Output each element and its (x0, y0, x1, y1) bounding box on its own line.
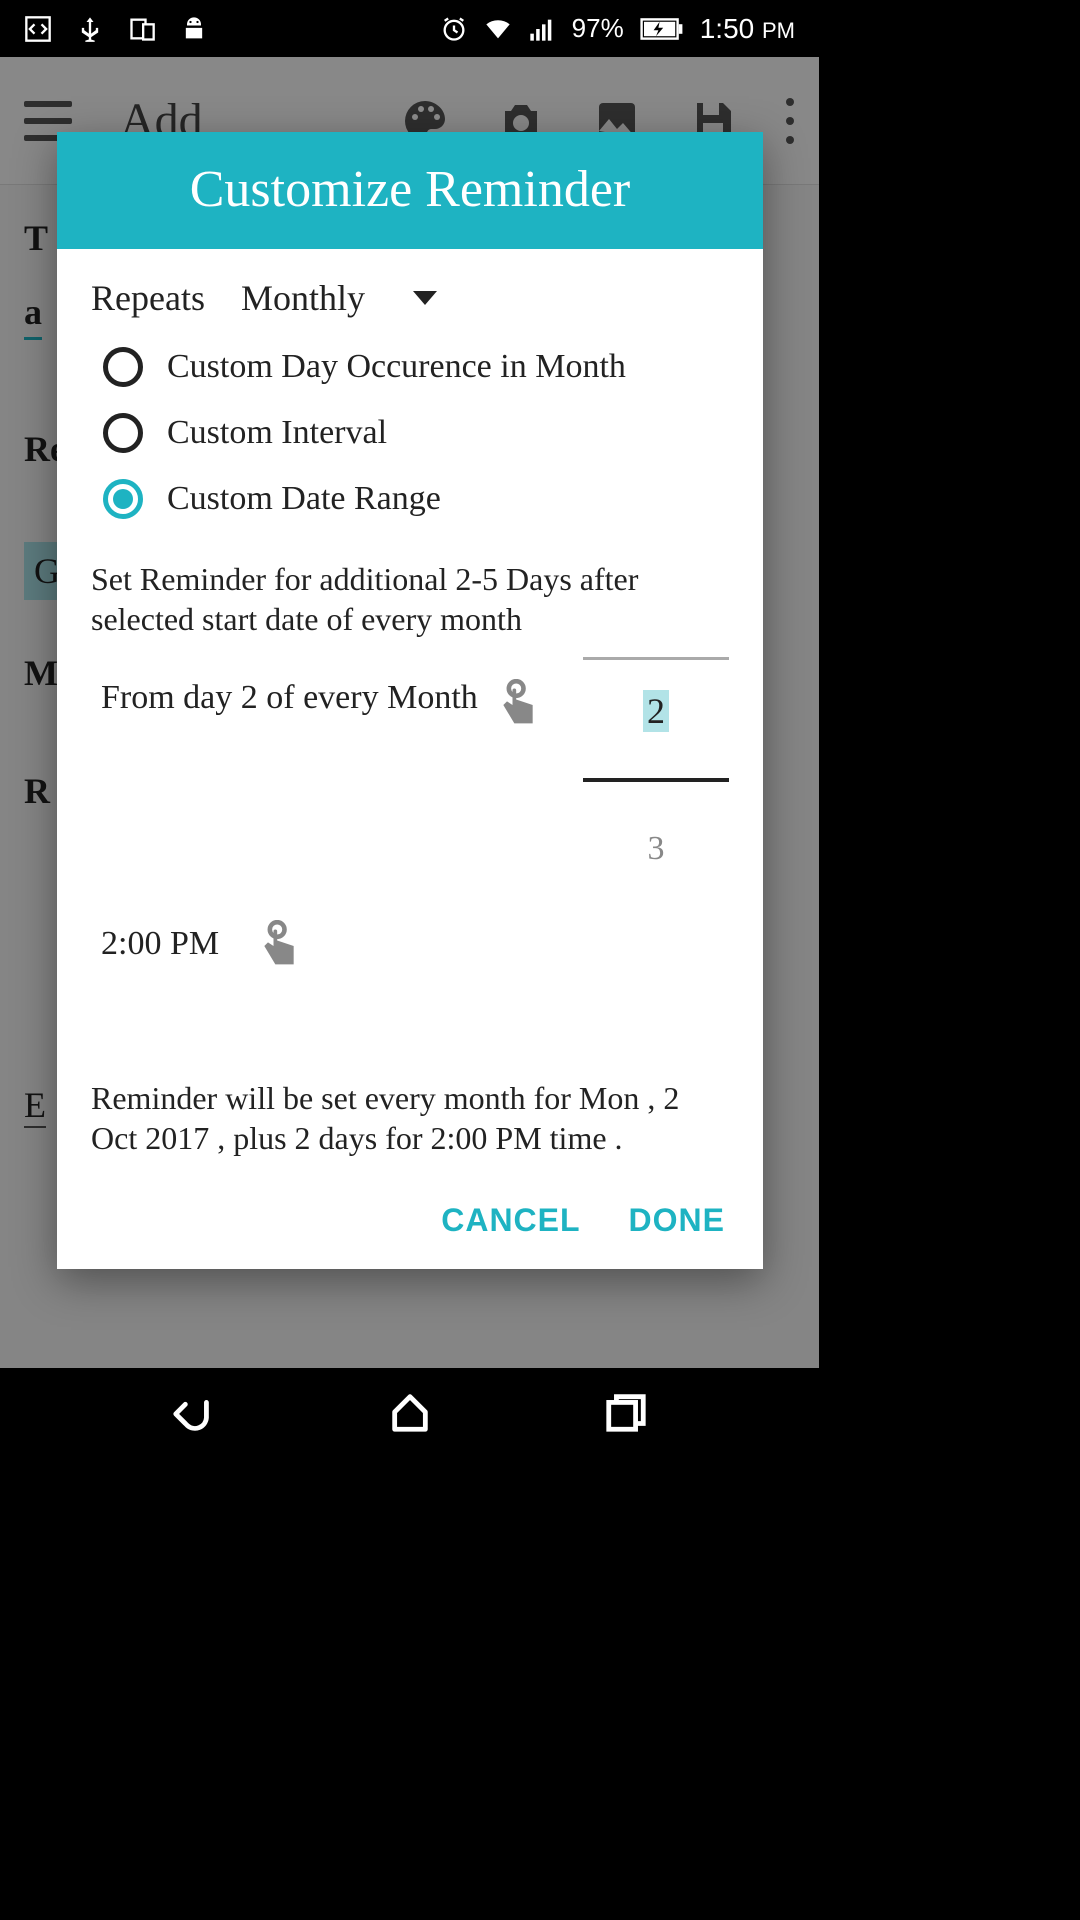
radio-group: Custom Day Occurence in Month Custom Int… (103, 347, 729, 519)
radio-unchecked-icon (103, 413, 143, 453)
dialog-header: Customize Reminder (57, 132, 763, 249)
back-icon[interactable] (170, 1389, 216, 1435)
repeats-label: Repeats (91, 277, 205, 319)
dialog-actions: CANCEL DONE (57, 1178, 763, 1269)
devices-icon (128, 15, 156, 43)
status-right: 97% 1:50 PM (440, 13, 795, 45)
radio-custom-interval[interactable]: Custom Interval (103, 413, 729, 453)
time-label: 2:00 PM (101, 925, 219, 963)
recent-apps-icon[interactable] (603, 1389, 649, 1435)
dialog-body: Repeats Monthly Custom Day Occurence in … (57, 249, 763, 1178)
days-picker[interactable]: 2 3 (583, 657, 729, 868)
clock-time: 1:50 PM (700, 13, 795, 45)
summary-text: Reminder will be set every month for Mon… (91, 1078, 729, 1158)
picker-next-value: 3 (648, 830, 665, 868)
alarm-icon (440, 15, 468, 43)
status-left (24, 15, 208, 43)
customize-reminder-dialog: Customize Reminder Repeats Monthly Custo… (57, 132, 763, 1269)
repeats-dropdown[interactable]: Monthly (241, 277, 437, 319)
signal-icon (528, 15, 556, 43)
touch-icon (496, 679, 540, 731)
from-day-label: From day 2 of every Month (101, 679, 478, 717)
repeats-row: Repeats Monthly (91, 277, 729, 319)
dialog-title: Customize Reminder (57, 160, 763, 219)
radio-unchecked-icon (103, 347, 143, 387)
battery-charging-icon (640, 15, 684, 43)
repeats-value: Monthly (241, 277, 365, 319)
dev-icon (24, 15, 52, 43)
wifi-icon (484, 15, 512, 43)
picker-divider (583, 778, 729, 782)
radio-label: Custom Day Occurence in Month (167, 348, 626, 386)
usb-icon (76, 15, 104, 43)
helper-text: Set Reminder for additional 2-5 Days aft… (91, 559, 729, 639)
time-row[interactable]: 2:00 PM (101, 916, 729, 972)
radio-checked-icon (103, 479, 143, 519)
radio-custom-day-occurrence[interactable]: Custom Day Occurence in Month (103, 347, 729, 387)
picker-selected-value: 2 (643, 690, 669, 732)
android-icon (180, 15, 208, 43)
home-icon[interactable] (387, 1389, 433, 1435)
nav-bar (0, 1368, 819, 1456)
radio-label: Custom Interval (167, 414, 387, 452)
radio-label: Custom Date Range (167, 480, 441, 518)
done-button[interactable]: DONE (629, 1202, 725, 1239)
chevron-down-icon (413, 291, 437, 305)
cancel-button[interactable]: CANCEL (441, 1202, 580, 1239)
status-bar: 97% 1:50 PM (0, 0, 819, 57)
picker-divider (583, 657, 729, 660)
from-day-row: From day 2 of every Month 2 3 (91, 675, 729, 886)
battery-percent: 97% (572, 13, 624, 44)
touch-icon (257, 920, 301, 972)
radio-custom-date-range[interactable]: Custom Date Range (103, 479, 729, 519)
